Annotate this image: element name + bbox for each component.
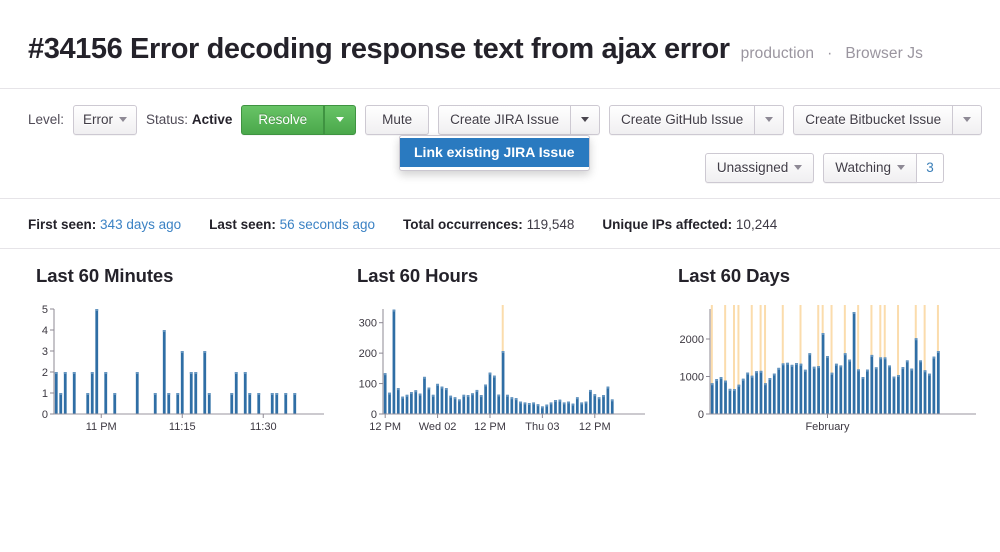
chart-title-hours: Last 60 Hours xyxy=(357,264,479,286)
watching-split-button: Watching 3 xyxy=(823,152,944,183)
chart-last-60-days: Last 60 Days 0 1000 2000 February xyxy=(660,265,982,438)
page-header: #34156 Error decoding response text from… xyxy=(0,0,1000,89)
svg-text:11 PM: 11 PM xyxy=(86,421,117,433)
svg-text:0: 0 xyxy=(371,409,377,421)
issue-detail-page: #34156 Error decoding response text from… xyxy=(0,0,1000,552)
watching-count-badge: 3 xyxy=(917,152,944,183)
svg-text:0: 0 xyxy=(698,409,704,421)
chart-title-minutes: Last 60 Minutes xyxy=(36,264,174,286)
svg-text:300: 300 xyxy=(359,318,377,330)
assignee-label: Unassigned xyxy=(716,160,789,176)
chart-canvas-minutes: 0 1 2 3 4 5 11 PM 11:15 11:30 xyxy=(42,304,324,433)
level-dropdown-button[interactable]: Error xyxy=(73,104,138,135)
svg-text:12 PM: 12 PM xyxy=(579,421,611,433)
svg-text:1000: 1000 xyxy=(680,371,704,383)
svg-text:Thu 03: Thu 03 xyxy=(525,421,559,433)
title-line: #34156 Error decoding response text from… xyxy=(28,33,972,66)
stat-last-seen-value[interactable]: 56 seconds ago xyxy=(280,217,375,232)
stat-last-seen-label: Last seen: xyxy=(209,216,276,232)
chevron-down-icon xyxy=(897,165,905,171)
toolbar-row-primary: Level: Error Status: Active Resolve Mute… xyxy=(28,104,983,135)
watching-button[interactable]: Watching xyxy=(823,152,917,183)
stat-first-seen-value[interactable]: 343 days ago xyxy=(100,217,181,232)
svg-text:5: 5 xyxy=(42,304,48,316)
stat-unique-ips-label: Unique IPs affected: xyxy=(602,216,733,232)
stat-last-seen: Last seen: 56 seconds ago xyxy=(209,217,375,232)
stat-unique-ips-value: 10,244 xyxy=(735,216,778,232)
stat-total-occurrences: Total occurrences: 119,548 xyxy=(403,217,574,232)
svg-text:200: 200 xyxy=(359,348,377,360)
mute-button[interactable]: Mute xyxy=(365,104,430,135)
chevron-down-icon xyxy=(580,117,589,123)
jira-split-button: Create JIRA Issue xyxy=(438,104,600,135)
level-value: Error xyxy=(83,112,114,128)
create-jira-issue-button[interactable]: Create JIRA Issue xyxy=(438,104,571,135)
menu-item-link-existing-jira-issue[interactable]: Link existing JIRA Issue xyxy=(400,137,589,167)
status-value: Active xyxy=(191,112,233,128)
svg-text:1: 1 xyxy=(42,388,48,400)
chevron-down-icon xyxy=(765,117,774,123)
resolve-dropdown-toggle[interactable] xyxy=(324,104,357,135)
resolve-split-button: Resolve xyxy=(241,104,357,135)
page-title: #34156 Error decoding response text from… xyxy=(28,33,730,65)
watching-label: Watching xyxy=(835,160,891,176)
stat-total-occurrences-label: Total occurrences: xyxy=(403,216,523,232)
bitbucket-split-button: Create Bitbucket Issue xyxy=(793,104,983,135)
action-toolbar: Level: Error Status: Active Resolve Mute… xyxy=(0,89,1000,199)
chart-canvas-days: 0 1000 2000 February xyxy=(680,304,976,433)
svg-text:3: 3 xyxy=(42,346,48,358)
chevron-down-icon xyxy=(794,165,803,171)
github-dropdown-toggle[interactable] xyxy=(755,104,785,135)
resolve-button[interactable]: Resolve xyxy=(241,104,325,135)
chart-canvas-hours: 0 100 200 300 12 PM Wed 02 12 PM Thu 03 12 PM xyxy=(359,304,645,433)
svg-text:11:15: 11:15 xyxy=(169,421,196,433)
issue-project: production xyxy=(740,45,815,62)
issue-stats-bar: First seen: 343 days ago Last seen: 56 s… xyxy=(0,199,1000,249)
create-github-issue-button[interactable]: Create GitHub Issue xyxy=(608,104,756,135)
svg-text:100: 100 xyxy=(359,378,377,390)
level-label: Level: xyxy=(28,112,65,128)
github-split-button: Create GitHub Issue xyxy=(608,104,785,135)
chevron-down-icon xyxy=(119,117,128,123)
charts-row: Last 60 Minutes 0 1 2 3 4 5 11 PM 11:15 11:30 La… xyxy=(0,249,1000,438)
svg-text:4: 4 xyxy=(42,325,48,337)
stat-total-occurrences-value: 119,548 xyxy=(526,216,575,232)
assignee-dropdown-button[interactable]: Unassigned xyxy=(704,152,815,183)
chevron-down-icon xyxy=(336,117,345,123)
svg-text:0: 0 xyxy=(42,409,48,421)
jira-dropdown-menu: Link existing JIRA Issue xyxy=(399,134,590,171)
issue-platform: Browser Js xyxy=(845,45,923,62)
svg-text:11:30: 11:30 xyxy=(250,421,277,433)
status-label-text: Status: xyxy=(146,112,189,128)
svg-text:February: February xyxy=(805,421,850,433)
stat-first-seen: First seen: 343 days ago xyxy=(28,217,181,232)
svg-text:2: 2 xyxy=(42,367,48,379)
svg-text:Wed 02: Wed 02 xyxy=(419,421,457,433)
status-label: Status: Active xyxy=(146,112,232,127)
svg-text:12 PM: 12 PM xyxy=(474,421,506,433)
create-bitbucket-issue-button[interactable]: Create Bitbucket Issue xyxy=(793,104,954,135)
jira-dropdown-toggle[interactable] xyxy=(570,104,600,135)
assignment-controls: Unassigned Watching 3 xyxy=(704,152,944,183)
meta-separator: · xyxy=(827,45,833,62)
svg-text:12 PM: 12 PM xyxy=(369,421,401,433)
chart-last-60-hours: Last 60 Hours 0 100 200 300 12 PM Wed 02 12 PM… xyxy=(339,265,660,438)
stat-first-seen-label: First seen: xyxy=(28,216,97,232)
stat-unique-ips: Unique IPs affected: 10,244 xyxy=(602,217,777,232)
chevron-down-icon xyxy=(963,117,972,123)
svg-text:2000: 2000 xyxy=(680,334,704,346)
chart-title-days: Last 60 Days xyxy=(678,264,790,286)
bitbucket-dropdown-toggle[interactable] xyxy=(953,104,983,135)
chart-last-60-minutes: Last 60 Minutes 0 1 2 3 4 5 11 PM 11:15 11:30 xyxy=(18,265,339,438)
